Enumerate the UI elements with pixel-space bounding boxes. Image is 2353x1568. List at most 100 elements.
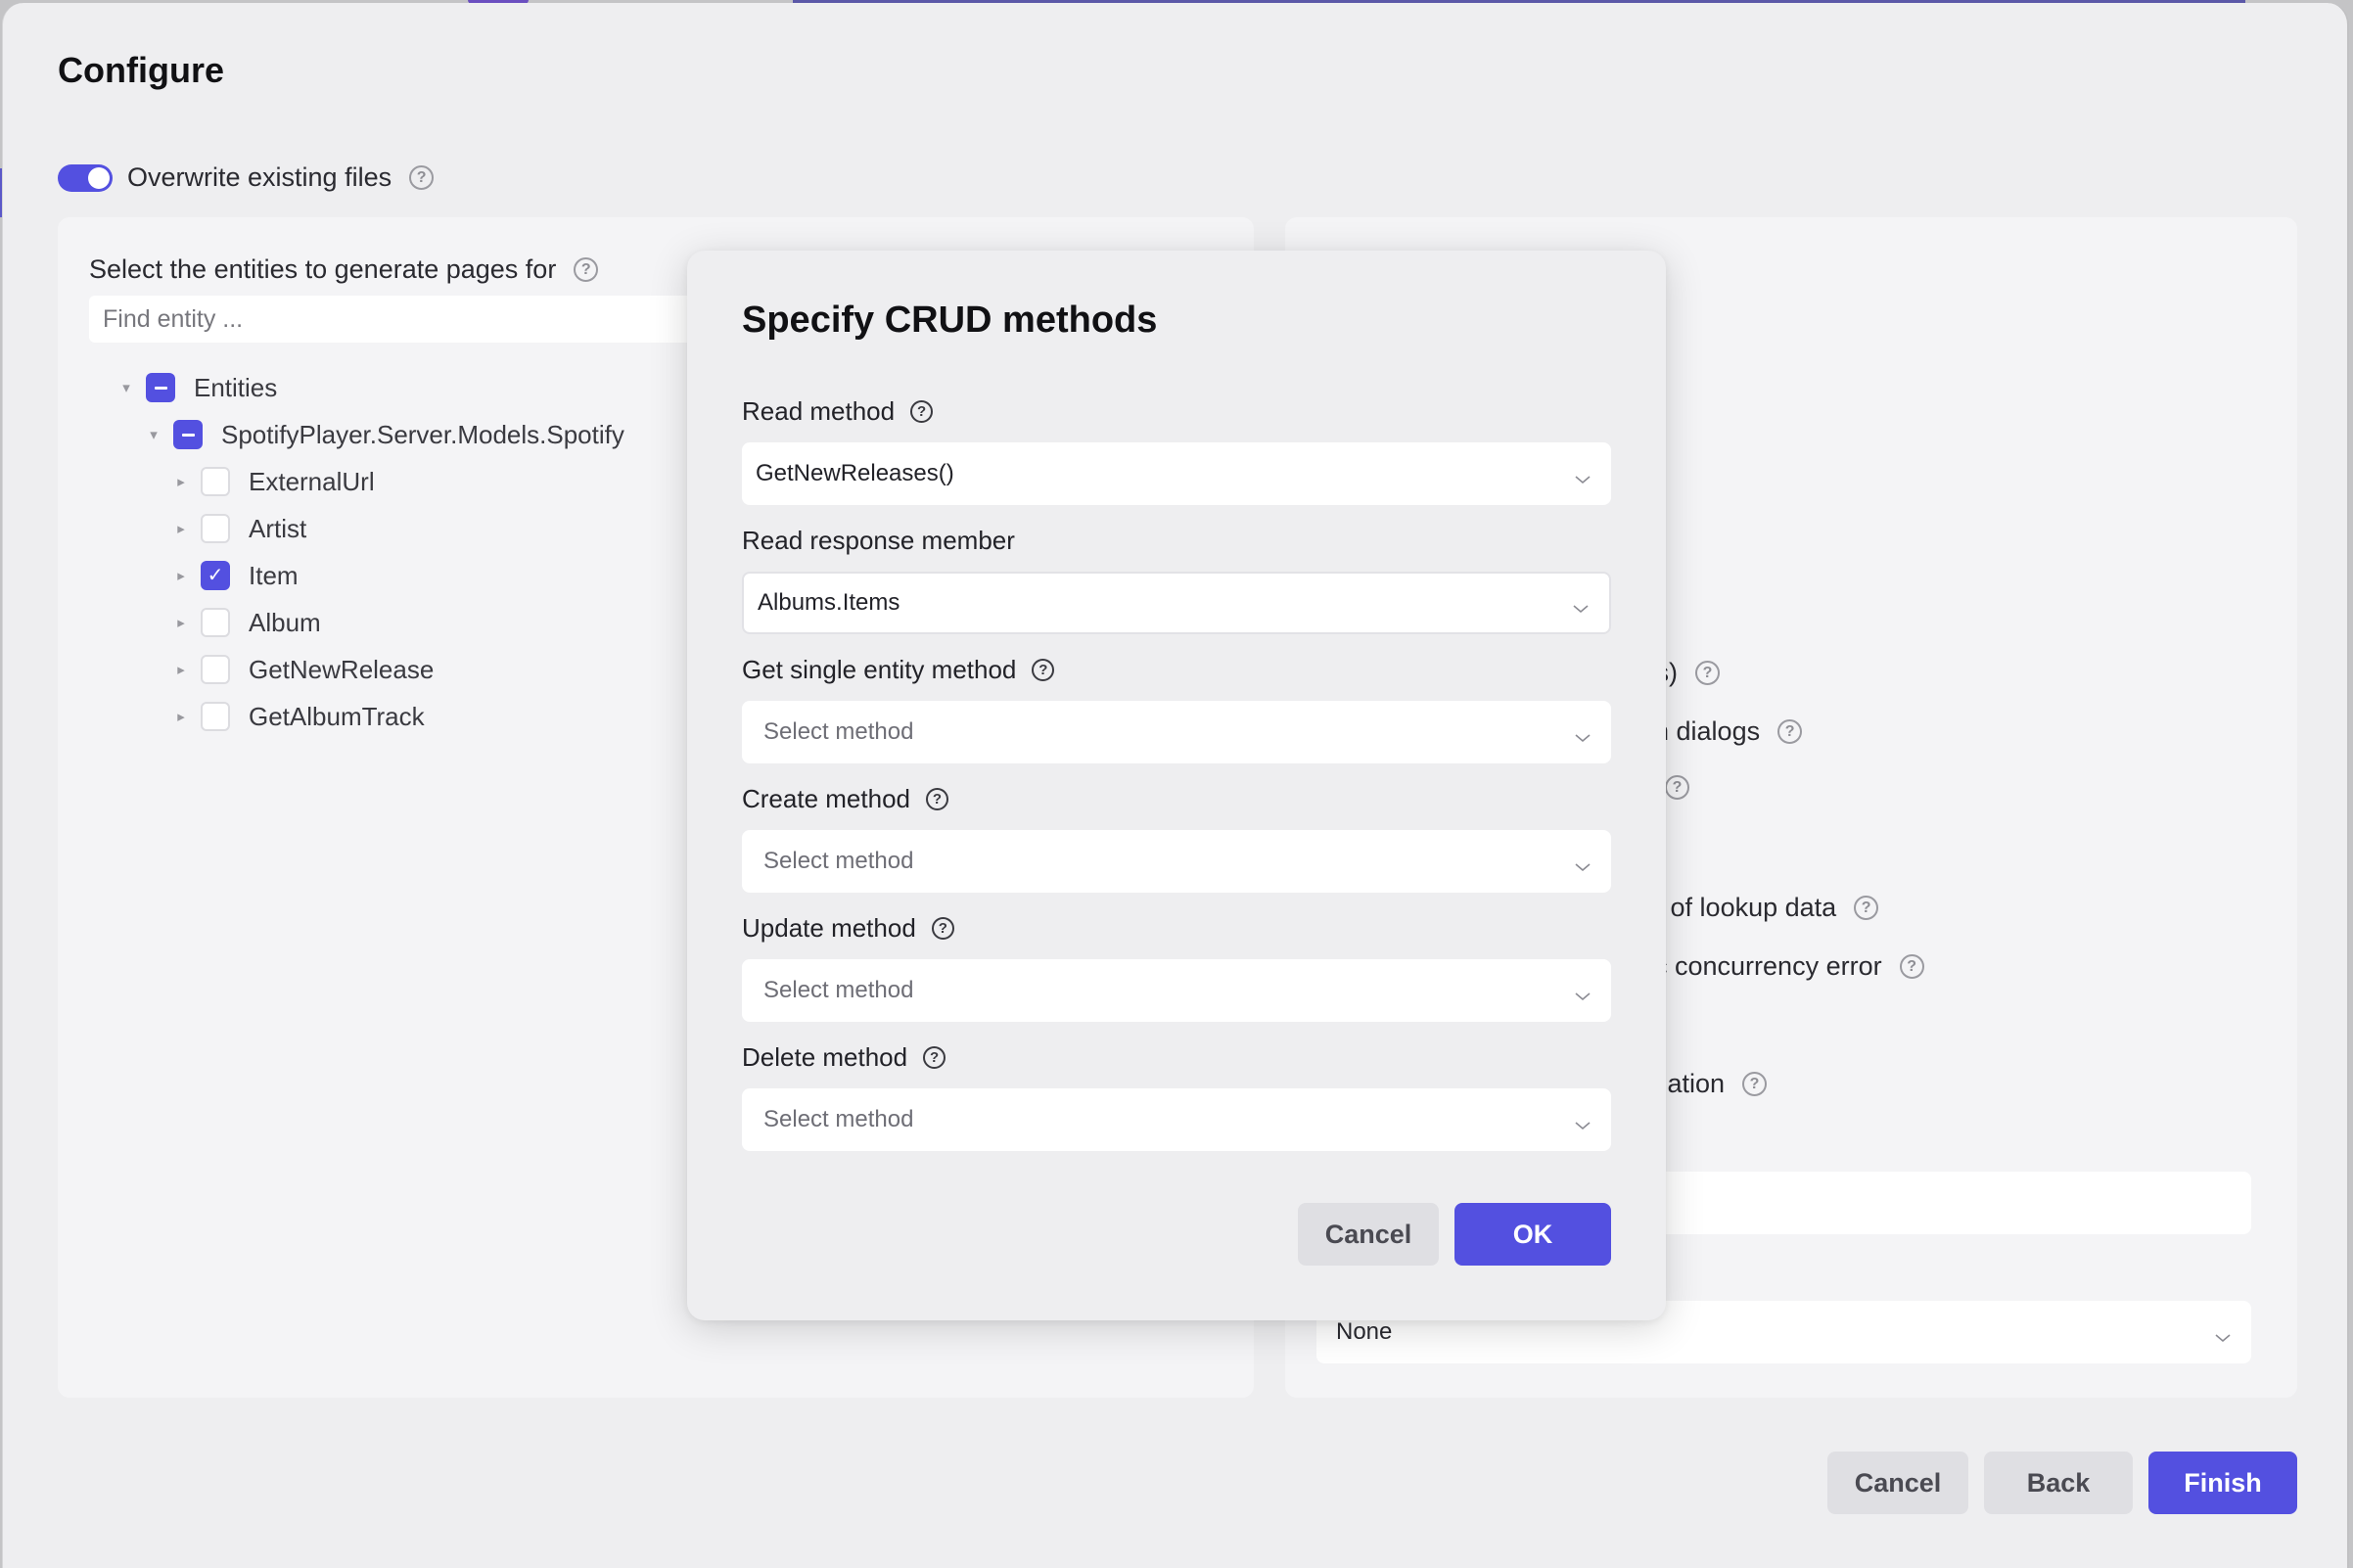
- option-select-value: None: [1336, 1318, 1393, 1345]
- help-icon[interactable]: ?: [1695, 661, 1720, 685]
- get-single-entity-placeholder: Select method: [763, 718, 914, 745]
- tree-node-namespace[interactable]: ▾ SpotifyPlayer.Server.Models.Spotify: [116, 411, 624, 458]
- tree-node-label: ExternalUrl: [249, 466, 375, 496]
- externalurl-checkbox[interactable]: [201, 467, 230, 496]
- update-method-label: Update method: [742, 912, 916, 943]
- read-response-member-field: Read response member Albums.Items: [742, 523, 1611, 634]
- dialog-cancel-button[interactable]: Cancel: [1298, 1203, 1439, 1266]
- caret-down-icon[interactable]: ▾: [116, 378, 136, 397]
- entities-checkbox[interactable]: [146, 373, 175, 402]
- help-icon[interactable]: ?: [1032, 658, 1055, 681]
- indeterminate-icon: [181, 433, 195, 437]
- chevron-down-icon: [1574, 723, 1592, 743]
- field-label-row: Create method ?: [742, 781, 1611, 816]
- check-icon: ✓: [207, 565, 224, 586]
- tree-node-getalbumtrack[interactable]: ▸ GetAlbumTrack: [116, 693, 624, 740]
- back-button[interactable]: Back: [1984, 1452, 2133, 1514]
- caret-right-icon[interactable]: ▸: [171, 566, 191, 585]
- delete-method-label: Delete method: [742, 1041, 908, 1072]
- tree-node-label: GetNewRelease: [249, 654, 435, 684]
- caret-down-icon[interactable]: ▾: [144, 425, 163, 444]
- namespace-checkbox[interactable]: [173, 420, 203, 449]
- overwrite-files-toggle[interactable]: [58, 163, 113, 192]
- field-label-row: Delete method ?: [742, 1039, 1611, 1075]
- cancel-button[interactable]: Cancel: [1827, 1452, 1968, 1514]
- finish-button[interactable]: Finish: [2148, 1452, 2297, 1514]
- delete-method-field: Delete method ? Select method: [742, 1039, 1611, 1151]
- tree-node-label: SpotifyPlayer.Server.Models.Spotify: [221, 419, 624, 449]
- tree-node-label: Artist: [249, 513, 307, 543]
- item-checkbox[interactable]: ✓: [201, 561, 230, 590]
- help-icon[interactable]: ?: [574, 257, 599, 282]
- field-label-row: Update method ?: [742, 910, 1611, 945]
- create-method-placeholder: Select method: [763, 848, 914, 874]
- help-icon[interactable]: ?: [409, 165, 435, 190]
- help-icon[interactable]: ?: [1742, 1072, 1768, 1096]
- field-label-row: Read response member: [742, 523, 1611, 558]
- get-single-entity-select[interactable]: Select method: [742, 701, 1611, 763]
- help-icon[interactable]: ?: [925, 787, 948, 810]
- chevron-down-icon: [1574, 982, 1592, 1001]
- page-title: Configure: [58, 50, 224, 90]
- indeterminate-icon: [154, 386, 167, 390]
- help-icon[interactable]: ?: [931, 916, 954, 940]
- chevron-down-icon: [1574, 465, 1592, 484]
- tree-node-label: Album: [249, 607, 321, 637]
- create-method-select[interactable]: Select method: [742, 830, 1611, 893]
- caret-right-icon[interactable]: ▸: [171, 707, 191, 726]
- tree-node-externalurl[interactable]: ▸ ExternalUrl: [116, 458, 624, 505]
- help-icon[interactable]: ?: [1899, 954, 1924, 979]
- tree-node-label: Entities: [194, 372, 278, 402]
- entity-tree: ▾ Entities ▾ SpotifyPlayer.Server.Models…: [116, 364, 624, 740]
- read-response-member-select[interactable]: Albums.Items: [742, 572, 1611, 634]
- tree-node-label: GetAlbumTrack: [249, 701, 425, 731]
- crud-methods-dialog: Specify CRUD methods Read method ? GetNe…: [687, 251, 1666, 1320]
- entities-label: Select the entities to generate pages fo…: [89, 254, 557, 284]
- entities-label-row: Select the entities to generate pages fo…: [89, 254, 599, 285]
- help-icon[interactable]: ?: [923, 1045, 946, 1069]
- toggle-knob: [88, 166, 110, 189]
- tree-node-album[interactable]: ▸ Album: [116, 599, 624, 646]
- caret-right-icon[interactable]: ▸: [171, 613, 191, 632]
- create-method-label: Create method: [742, 783, 910, 813]
- artist-checkbox[interactable]: [201, 514, 230, 543]
- album-checkbox[interactable]: [201, 608, 230, 637]
- caret-right-icon[interactable]: ▸: [171, 472, 191, 491]
- getnewrelease-checkbox[interactable]: [201, 655, 230, 684]
- overwrite-files-label: Overwrite existing files: [127, 162, 392, 192]
- caret-right-icon[interactable]: ▸: [171, 660, 191, 679]
- read-method-select[interactable]: GetNewReleases(): [742, 442, 1611, 505]
- update-method-field: Update method ? Select method: [742, 910, 1611, 1022]
- tree-node-item[interactable]: ▸ ✓ Item: [116, 552, 624, 599]
- help-icon[interactable]: ?: [1665, 775, 1689, 800]
- help-icon[interactable]: ?: [1854, 896, 1879, 920]
- dialog-title: Specify CRUD methods: [742, 300, 1158, 341]
- chevron-down-icon: [2214, 1323, 2232, 1343]
- chevron-down-icon: [1574, 1111, 1592, 1130]
- read-method-label: Read method: [742, 395, 896, 426]
- caret-right-icon[interactable]: ▸: [171, 519, 191, 538]
- help-icon[interactable]: ?: [910, 399, 934, 423]
- dialog-ok-button[interactable]: OK: [1454, 1203, 1611, 1266]
- tree-node-label: Item: [249, 560, 299, 590]
- tree-node-entities[interactable]: ▾ Entities: [116, 364, 624, 411]
- option-row: ?: [1665, 775, 1689, 800]
- field-label-row: Read method ?: [742, 393, 1611, 429]
- tree-node-artist[interactable]: ▸ Artist: [116, 505, 624, 552]
- option-row: stic concurrency error ?: [1628, 951, 1924, 982]
- overwrite-files-row: Overwrite existing files ?: [58, 162, 435, 193]
- read-response-member-label: Read response member: [742, 525, 1015, 555]
- update-method-placeholder: Select method: [763, 977, 914, 1003]
- get-single-entity-label: Get single entity method: [742, 654, 1017, 684]
- update-method-select[interactable]: Select method: [742, 959, 1611, 1022]
- get-single-entity-field: Get single entity method ? Select method: [742, 652, 1611, 763]
- delete-method-placeholder: Select method: [763, 1106, 914, 1132]
- delete-method-select[interactable]: Select method: [742, 1088, 1611, 1151]
- tree-node-getnewrelease[interactable]: ▸ GetNewRelease: [116, 646, 624, 693]
- read-method-field: Read method ? GetNewReleases(): [742, 393, 1611, 505]
- chevron-down-icon: [1574, 853, 1592, 872]
- help-icon[interactable]: ?: [1777, 719, 1803, 744]
- getalbumtrack-checkbox[interactable]: [201, 702, 230, 731]
- read-response-member-value: Albums.Items: [758, 589, 900, 616]
- chevron-down-icon: [1572, 594, 1590, 614]
